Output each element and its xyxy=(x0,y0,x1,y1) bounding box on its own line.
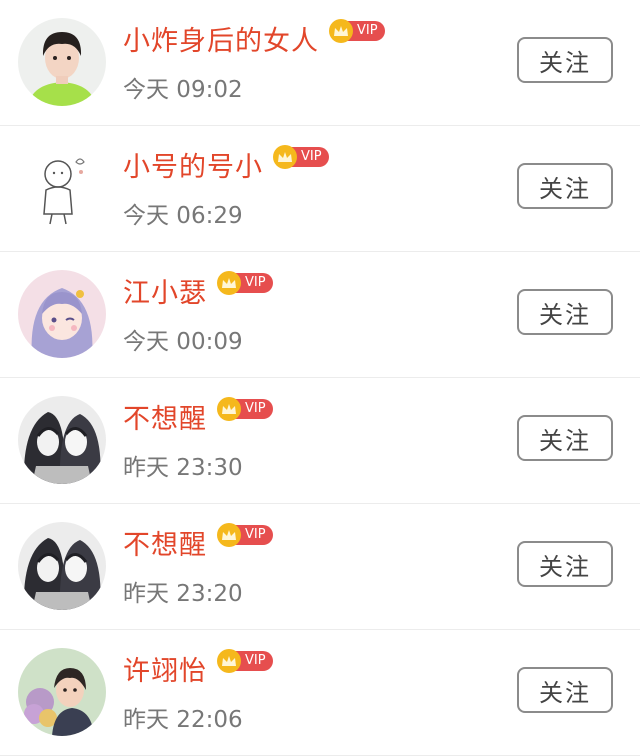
follow-time: 今天 00:09 xyxy=(123,329,243,355)
name-line: 小炸身后的女人 VIP xyxy=(123,18,385,58)
follow-button[interactable]: 关注 xyxy=(517,163,613,209)
name-line: 不想醒 VIP xyxy=(123,522,273,562)
crown-icon xyxy=(217,271,241,295)
follow-time: 今天 06:29 xyxy=(123,203,243,229)
avatar[interactable] xyxy=(18,396,106,484)
vip-badge: VIP xyxy=(273,145,329,169)
avatar-boy-green-shirt-icon xyxy=(18,18,106,106)
avatar[interactable] xyxy=(18,270,106,358)
avatar-anime-girl-icon xyxy=(18,270,106,358)
avatar[interactable] xyxy=(18,144,106,232)
follow-button[interactable]: 关注 xyxy=(517,541,613,587)
user-name[interactable]: 不想醒 xyxy=(123,397,207,436)
avatar-girl-flowers-icon xyxy=(18,648,106,736)
follower-list: 小炸身后的女人 VIP 今天 09:02 关注 小号的号小 VIP 今天 06:… xyxy=(0,0,640,756)
vip-badge: VIP xyxy=(329,19,385,43)
avatar-manga-couple-icon xyxy=(18,396,106,484)
user-name[interactable]: 不想醒 xyxy=(123,523,207,562)
list-item[interactable]: 不想醒 VIP 昨天 23:30 关注 xyxy=(0,378,640,504)
list-item[interactable]: 许翊怡 VIP 昨天 22:06 关注 xyxy=(0,630,640,756)
user-name[interactable]: 江小瑟 xyxy=(123,271,207,310)
list-item[interactable]: 不想醒 VIP 昨天 23:20 关注 xyxy=(0,504,640,630)
user-name[interactable]: 小炸身后的女人 xyxy=(123,19,319,58)
avatar-manga-couple-icon xyxy=(18,522,106,610)
list-item[interactable]: 小号的号小 VIP 今天 06:29 关注 xyxy=(0,126,640,252)
crown-icon xyxy=(217,397,241,421)
avatar[interactable] xyxy=(18,648,106,736)
user-name[interactable]: 小号的号小 xyxy=(123,145,263,184)
user-name[interactable]: 许翊怡 xyxy=(123,649,207,688)
vip-badge: VIP xyxy=(217,649,273,673)
follow-time: 昨天 22:06 xyxy=(123,707,243,733)
follow-time: 昨天 23:20 xyxy=(123,581,243,607)
vip-badge: VIP xyxy=(217,271,273,295)
follow-button[interactable]: 关注 xyxy=(517,415,613,461)
name-line: 不想醒 VIP xyxy=(123,396,273,436)
list-item[interactable]: 江小瑟 VIP 今天 00:09 关注 xyxy=(0,252,640,378)
name-line: 小号的号小 VIP xyxy=(123,144,329,184)
follow-time: 昨天 23:30 xyxy=(123,455,243,481)
crown-icon xyxy=(329,19,353,43)
follow-button[interactable]: 关注 xyxy=(517,37,613,83)
vip-badge: VIP xyxy=(217,523,273,547)
name-line: 江小瑟 VIP xyxy=(123,270,273,310)
follow-time: 今天 09:02 xyxy=(123,77,243,103)
crown-icon xyxy=(217,523,241,547)
crown-icon xyxy=(217,649,241,673)
vip-badge: VIP xyxy=(217,397,273,421)
follow-button[interactable]: 关注 xyxy=(517,667,613,713)
avatar[interactable] xyxy=(18,18,106,106)
crown-icon xyxy=(273,145,297,169)
avatar[interactable] xyxy=(18,522,106,610)
name-line: 许翊怡 VIP xyxy=(123,648,273,688)
list-item[interactable]: 小炸身后的女人 VIP 今天 09:02 关注 xyxy=(0,0,640,126)
follow-button[interactable]: 关注 xyxy=(517,289,613,335)
avatar-sketch-figure-icon xyxy=(18,144,106,232)
